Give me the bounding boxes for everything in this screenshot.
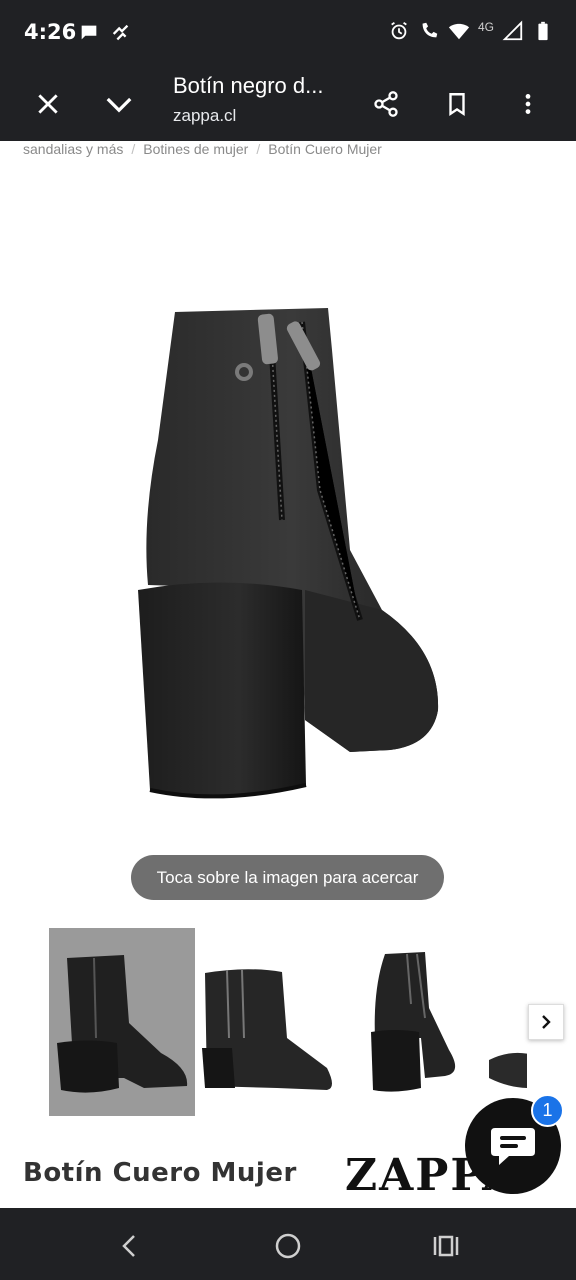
product-title: Botín Cuero Mujer [23, 1158, 297, 1188]
home-icon [275, 1233, 301, 1259]
wifi-icon [448, 23, 470, 40]
breadcrumb-separator: / [256, 141, 261, 157]
nav-recents-button[interactable] [426, 1226, 466, 1266]
more-vert-icon [525, 94, 531, 114]
nav-home-button[interactable] [268, 1226, 308, 1266]
thumbnail-3[interactable] [345, 928, 491, 1116]
breadcrumb-separator: / [131, 141, 136, 157]
zoom-hint-toast: Toca sobre la imagen para acercar [131, 855, 444, 900]
signal-icon [502, 20, 523, 41]
chat-icon [491, 1128, 535, 1165]
page-url[interactable]: zappa.cl [173, 106, 236, 126]
close-icon [38, 94, 58, 114]
bookmark-icon [449, 93, 465, 116]
chevron-right-icon [542, 1015, 551, 1029]
thumbnail-2[interactable] [197, 928, 343, 1116]
thumbnail-1[interactable] [49, 928, 195, 1116]
thumbnail-image [202, 969, 332, 1090]
vpn-icon [112, 24, 129, 41]
network-type-label: 4G [477, 20, 494, 34]
status-time: 4:26 [24, 20, 77, 44]
breadcrumb-item-sandalias[interactable]: sandalias y más [23, 141, 123, 157]
more-options-button[interactable] [504, 80, 552, 128]
thumbnail-strip [49, 928, 527, 1118]
close-button[interactable] [24, 80, 72, 128]
breadcrumb: sandalias y más / Botines de mujer / Botín C… [23, 141, 382, 157]
page-title[interactable]: Botín negro d... [173, 73, 323, 99]
share-icon [374, 91, 398, 117]
chevron-down-icon [106, 97, 132, 113]
thumbnail-image [371, 952, 456, 1092]
recents-icon [433, 1235, 459, 1257]
minimize-button[interactable] [95, 80, 143, 128]
system-navigation-bar [0, 1208, 576, 1280]
nav-back-button[interactable] [109, 1226, 149, 1266]
thumbnail-4[interactable] [489, 928, 527, 1116]
chat-notification-badge: 1 [531, 1094, 564, 1127]
breadcrumb-item-botines[interactable]: Botines de mujer [143, 141, 248, 157]
thumbnail-image [57, 955, 188, 1093]
bookmark-button[interactable] [433, 80, 481, 128]
wifi-calling-icon [422, 22, 438, 38]
alarm-icon [391, 21, 407, 40]
breadcrumb-item-current[interactable]: Botín Cuero Mujer [268, 141, 382, 157]
status-bar: 4:26 4G [0, 0, 576, 66]
thumbnail-image [489, 1052, 527, 1088]
back-icon [122, 1235, 135, 1257]
battery-icon [538, 21, 548, 41]
chat-bubble-icon [81, 25, 97, 40]
custom-tab-toolbar: Botín negro d... zappa.cl [0, 66, 576, 141]
share-button[interactable] [362, 80, 410, 128]
thumbnail-next-button[interactable] [528, 1004, 564, 1040]
product-main-image[interactable] [120, 290, 460, 810]
